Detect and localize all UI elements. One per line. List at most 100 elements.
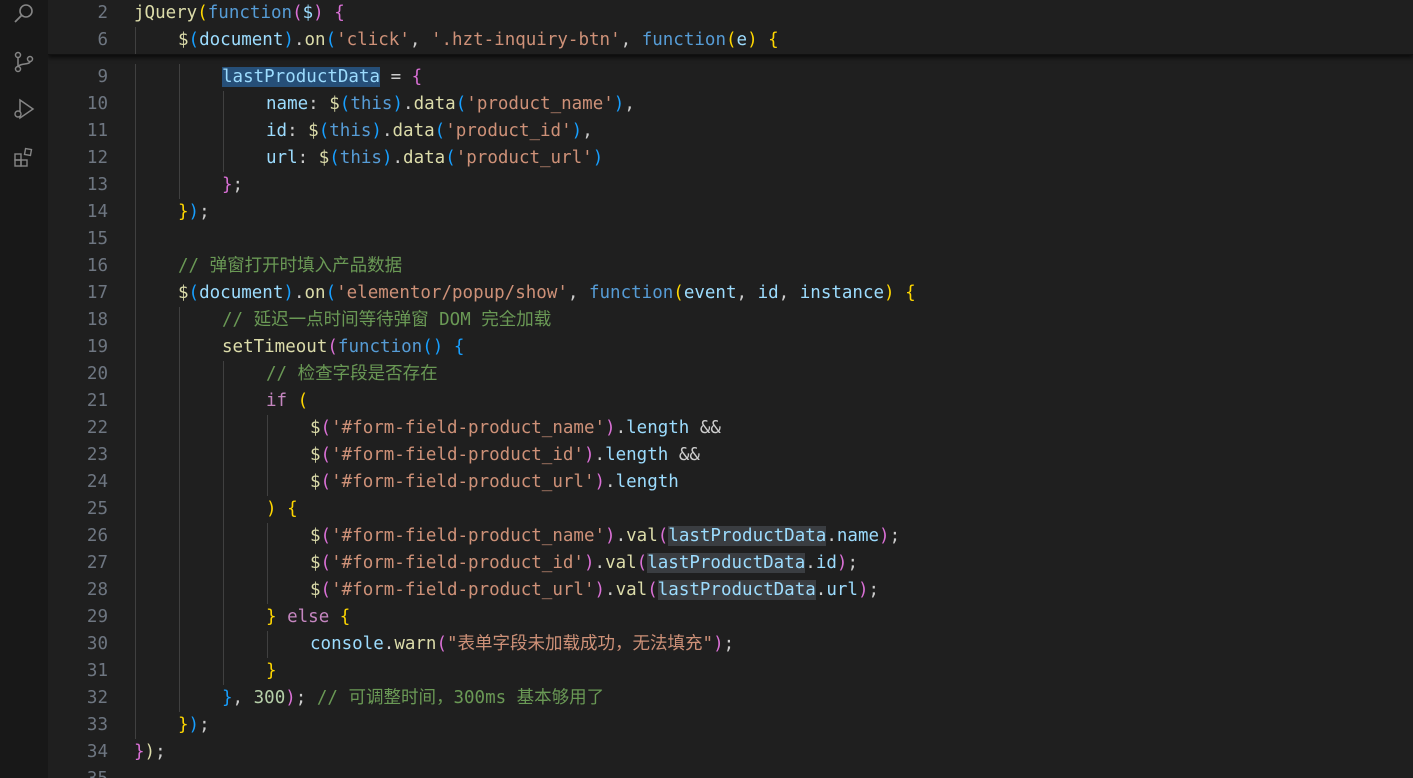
code-line[interactable]: 10 name: $(this).data('product_name'), [48,91,1413,118]
line-number: 2 [97,3,108,23]
code-token: jQuery [134,3,198,23]
code-token: . [381,121,393,141]
line-number: 35 [48,766,108,778]
code-token: on [304,283,326,303]
indent-guide [179,415,180,442]
line-code: console.warn("表单字段未加载成功，无法填充"); [310,631,734,658]
code-token: ) [857,580,869,600]
code-line[interactable]: 30 console.warn("表单字段未加载成功，无法填充"); [48,631,1413,658]
code-token: id [815,553,837,573]
code-token: // 弹窗打开时填入产品数据 [178,256,403,276]
code-token: , [624,94,635,114]
code-line[interactable]: 13}; [48,172,1413,199]
code-token: { [334,3,345,23]
indent-guide [135,91,136,118]
code-token: lastProductData [222,67,381,87]
code-line[interactable]: 2 jQuery(function($) { [48,0,1413,27]
code-token: . [403,94,414,114]
code-line[interactable]: 12 url: $(this).data('product_url') [48,145,1413,172]
code-token: { [453,337,465,357]
run-debug-icon[interactable] [12,97,36,121]
code-line[interactable]: 14}); [48,199,1413,226]
code-token: name [266,94,309,114]
indent-guide [179,307,180,334]
line-number: 21 [86,391,108,411]
code-line[interactable]: 22 $('#form-field-product_name').length &… [48,415,1413,442]
indent-guide [135,307,136,334]
code-line[interactable]: 27 $('#form-field-product_id').val(lastPr… [48,550,1413,577]
code-token: . [815,580,827,600]
indent-guide [179,469,180,496]
line-number: 22 [86,418,108,438]
code-token: , [778,283,800,303]
extensions-icon[interactable] [12,146,36,170]
indent-guide [135,712,136,739]
code-token: length [605,445,669,465]
code-token: $ [308,121,319,141]
code-token: ) [571,121,583,141]
line-code: }); [134,739,166,766]
code-line[interactable]: 33}); [48,712,1413,739]
code-token: this [339,148,382,168]
indent-guide [179,388,180,415]
code-line[interactable]: 15 [48,226,1413,253]
code-token: on [304,30,326,50]
code-token: console [310,634,384,654]
source-control-icon[interactable] [12,50,36,74]
code-line[interactable]: 29} else { [48,604,1413,631]
code-token: ( [188,30,200,50]
search-icon[interactable] [12,2,36,26]
code-token: 'product_name' [466,94,614,114]
code-token: // 可调整时间，300ms 基本够用了 [316,688,605,708]
code-line[interactable]: 26 $('#form-field-product_name').val(last… [48,523,1413,550]
code-line[interactable]: 21 if ( [48,388,1413,415]
code-line[interactable]: 17 $(document).on('elementor/popup/show',… [48,280,1413,307]
code-token: { [339,607,351,627]
code-line[interactable]: 16 // 弹窗打开时填入产品数据 [48,253,1413,280]
code-line[interactable]: 23 $('#form-field-product_id').length && [48,442,1413,469]
code-token: ) [144,742,156,762]
indent-guide [223,145,224,172]
code-line[interactable]: 9 lastProductData = { [48,64,1413,91]
indent-guide [223,388,224,415]
code-line[interactable]: 32}, 300); // 可调整时间，300ms 基本够用了 [48,685,1413,712]
line-code: $('#form-field-product_url').length [310,469,679,496]
code-token: lastProductData [668,526,827,546]
code-line[interactable]: 6 $(document).on('click', '.hzt-inquiry-b… [48,27,1413,54]
indent-guide [135,523,136,550]
code-token: { [287,499,298,519]
code-line[interactable]: 20 // 检查字段是否存在 [48,361,1413,388]
line-number: 32 [86,688,108,708]
code-line[interactable]: 25) { [48,496,1413,523]
code-line[interactable]: 35 [48,766,1413,778]
code-token: if [266,391,288,411]
code-line[interactable]: 18 // 延迟一点时间等待弹窗 DOM 完全加载 [48,307,1413,334]
code-token: ) [583,553,595,573]
indent-guide [179,361,180,388]
code-line[interactable]: 34}); [48,739,1413,766]
code-token: '#form-field-product_name' [331,526,606,546]
code-line[interactable]: 19 setTimeout(function() { [48,334,1413,361]
code-token: 'product_url' [455,148,593,168]
code-token: $ [329,94,340,114]
code-token: . [293,30,305,50]
code-token: $ [310,472,321,492]
code-token: $ [318,148,330,168]
code-line[interactable]: 24 $('#form-field-product_url').length [48,469,1413,496]
indent-guide [267,415,268,442]
code-line[interactable]: 31} [48,658,1413,685]
activity-bar [0,0,49,778]
code-line[interactable]: 28 $('#form-field-product_url').val(lastP… [48,577,1413,604]
code-token: ( [320,553,332,573]
code-token: && [668,445,700,465]
code-token: ) [605,418,616,438]
code-token: ) [266,499,277,519]
line-number: 31 [86,661,108,681]
code-editor[interactable]: 9 lastProductData = {10 name: $(this).data… [48,0,1413,778]
sticky-scroll-header[interactable]: 2 jQuery(function($) {6 $(document).on('cl… [48,0,1413,55]
code-line[interactable]: 11 id: $(this).data('product_id'), [48,118,1413,145]
indent-guide [179,91,180,118]
indent-guide [223,442,224,469]
line-number: 23 [86,445,108,465]
line-number: 12 [86,148,108,168]
